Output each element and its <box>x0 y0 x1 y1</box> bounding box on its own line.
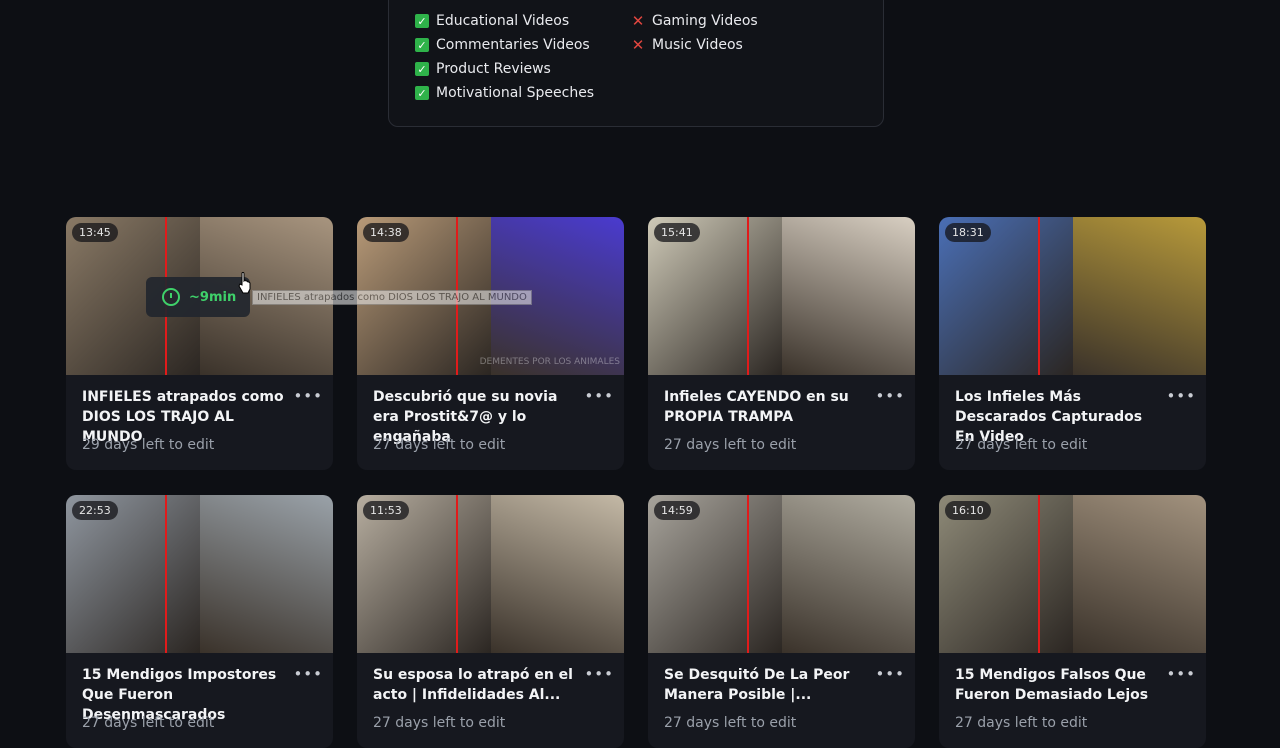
video-thumbnail[interactable]: 22:53 <box>66 495 333 653</box>
duration-badge: 22:53 <box>72 501 118 520</box>
category-panel: ✓ Educational Videos ✓ Commentaries Videos… <box>388 0 884 127</box>
duration-badge: 16:10 <box>945 501 991 520</box>
edit-status: 27 days left to edit <box>373 715 506 731</box>
category-music: ✕ Music Videos <box>631 35 743 54</box>
allowed-categories: ✓ Educational Videos ✓ Commentaries Videos… <box>415 9 594 105</box>
more-options-icon[interactable]: ••• <box>584 667 614 682</box>
cross-icon: ✕ <box>631 11 645 30</box>
thumbnail-divider <box>165 495 167 653</box>
edit-status: 27 days left to edit <box>82 715 215 731</box>
thumbnail-right-image <box>1072 495 1206 653</box>
edit-status: 27 days left to edit <box>373 437 506 453</box>
thumbnail-watermark: DEMENTES POR LOS ANIMALES <box>479 357 620 367</box>
more-options-icon[interactable]: ••• <box>293 389 323 404</box>
title-tooltip: INFIELES atrapados como DIOS LOS TRAJO A… <box>252 290 532 305</box>
duration-badge: 14:59 <box>654 501 700 520</box>
more-options-icon[interactable]: ••• <box>875 667 905 682</box>
thumbnail-divider <box>747 495 749 653</box>
video-title: Se Desquitó De La Peor Manera Posible |.… <box>664 667 850 703</box>
blocked-categories: ✕ Gaming Videos ✕ Music Videos <box>631 9 758 57</box>
category-product-reviews: ✓ Product Reviews <box>415 57 594 81</box>
thumbnail-right-image <box>490 495 624 653</box>
video-card[interactable]: 11:53 Su esposa lo atrapó en el acto | In… <box>357 495 624 748</box>
video-card[interactable]: 14:38 DEMENTES POR LOS ANIMALES Descubrió … <box>357 217 624 470</box>
video-card[interactable]: 16:10 15 Mendigos Falsos Que Fueron Demas… <box>939 495 1206 748</box>
video-title: Su esposa lo atrapó en el acto | Infidel… <box>373 667 573 703</box>
category-motivational: ✓ Motivational Speeches <box>415 81 594 105</box>
video-card[interactable]: 18:31 Los Infieles Más Descarados Captura… <box>939 217 1206 470</box>
video-title: 15 Mendigos Falsos Que Fueron Demasiado … <box>955 667 1149 703</box>
checkmark-icon: ✓ <box>415 14 429 28</box>
video-title: Infieles CAYENDO en su PROPIA TRAMPA <box>664 389 849 425</box>
duration-badge: 11:53 <box>363 501 409 520</box>
cross-icon: ✕ <box>631 35 645 54</box>
duration-hover-chip: ~9min <box>146 277 250 317</box>
thumbnail-divider <box>747 217 749 375</box>
thumbnail-divider <box>456 495 458 653</box>
video-card[interactable]: 15:41 Infieles CAYENDO en su PROPIA TRAMP… <box>648 217 915 470</box>
more-options-icon[interactable]: ••• <box>1166 667 1196 682</box>
duration-badge: 14:38 <box>363 223 409 242</box>
thumbnail-divider <box>1038 495 1040 653</box>
video-thumbnail[interactable]: 16:10 <box>939 495 1206 653</box>
edit-status: 27 days left to edit <box>664 715 797 731</box>
video-card[interactable]: 13:45 INFIELES atrapados como DIOS LOS TR… <box>66 217 333 470</box>
video-card[interactable]: 22:53 15 Mendigos Impostores Que Fueron D… <box>66 495 333 748</box>
video-thumbnail[interactable]: 15:41 <box>648 217 915 375</box>
video-thumbnail[interactable]: 18:31 <box>939 217 1206 375</box>
thumbnail-right-image <box>199 495 333 653</box>
more-options-icon[interactable]: ••• <box>584 389 614 404</box>
more-options-icon[interactable]: ••• <box>1166 389 1196 404</box>
category-commentaries: ✓ Commentaries Videos <box>415 33 594 57</box>
thumbnail-right-image <box>781 495 915 653</box>
clock-icon <box>162 288 180 306</box>
duration-badge: 15:41 <box>654 223 700 242</box>
edit-status: 27 days left to edit <box>955 715 1088 731</box>
edit-status: 27 days left to edit <box>955 437 1088 453</box>
thumbnail-divider <box>1038 217 1040 375</box>
checkmark-icon: ✓ <box>415 62 429 76</box>
category-educational: ✓ Educational Videos <box>415 9 594 33</box>
mouse-cursor-icon <box>238 272 251 294</box>
more-options-icon[interactable]: ••• <box>293 667 323 682</box>
checkmark-icon: ✓ <box>415 86 429 100</box>
thumbnail-right-image <box>1072 217 1206 375</box>
duration-badge: 18:31 <box>945 223 991 242</box>
video-thumbnail[interactable]: 11:53 <box>357 495 624 653</box>
edit-status: 29 days left to edit <box>82 437 215 453</box>
thumbnail-right-image <box>781 217 915 375</box>
edit-status: 27 days left to edit <box>664 437 797 453</box>
category-gaming: ✕ Gaming Videos <box>631 11 758 30</box>
duration-badge: 13:45 <box>72 223 118 242</box>
checkmark-icon: ✓ <box>415 38 429 52</box>
video-thumbnail[interactable]: 14:59 <box>648 495 915 653</box>
video-card[interactable]: 14:59 Se Desquitó De La Peor Manera Posib… <box>648 495 915 748</box>
more-options-icon[interactable]: ••• <box>875 389 905 404</box>
